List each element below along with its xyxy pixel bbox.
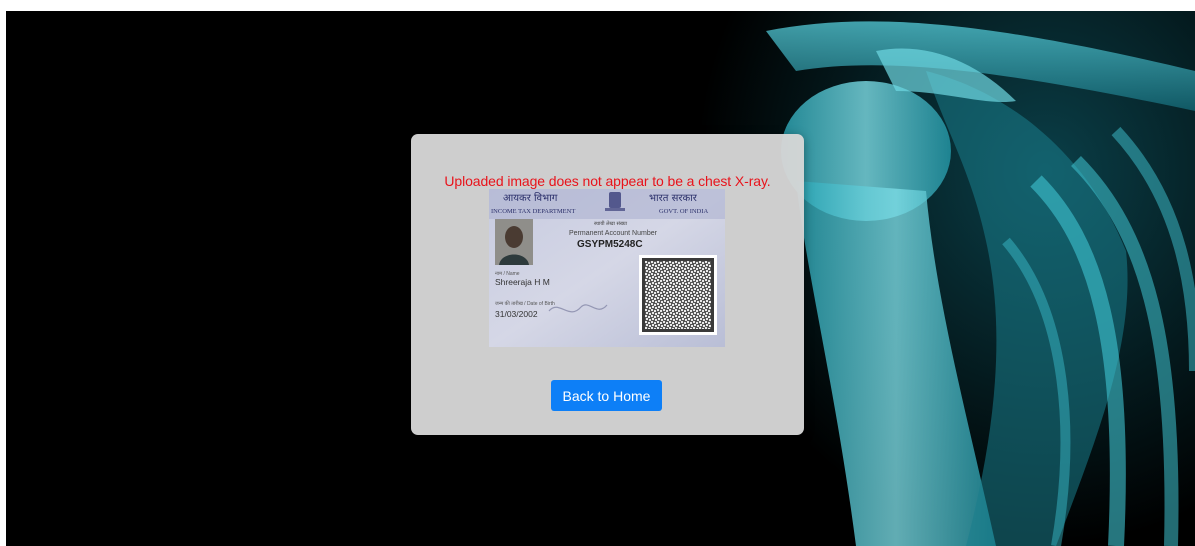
pan-card-image: आयकर विभाग INCOME TAX DEPARTMENT भारत सर… bbox=[489, 189, 725, 347]
uploaded-image-preview: आयकर विभाग INCOME TAX DEPARTMENT भारत सर… bbox=[489, 189, 725, 347]
pan-number-label: Permanent Account Number bbox=[569, 230, 658, 237]
result-card: Uploaded image does not appear to be a c… bbox=[411, 134, 804, 435]
pan-dob-value: 31/03/2002 bbox=[495, 309, 538, 319]
cardholder-photo bbox=[495, 219, 533, 265]
pan-hindi-number-label: स्थायी लेखा संख्या bbox=[594, 220, 628, 227]
qr-code-icon bbox=[639, 255, 717, 335]
pan-dept-left: INCOME TAX DEPARTMENT bbox=[491, 208, 575, 215]
back-to-home-button[interactable]: Back to Home bbox=[551, 380, 662, 411]
pan-dob-label: जन्म की तारीख / Date of Birth bbox=[495, 300, 555, 307]
pan-number: GSYPM5248C bbox=[577, 239, 643, 250]
pan-hindi-right: भारत सरकार bbox=[649, 193, 698, 204]
pan-dept-right: GOVT. OF INDIA bbox=[659, 208, 708, 215]
error-message: Uploaded image does not appear to be a c… bbox=[444, 173, 771, 189]
pan-name-value: Shreeraja H M bbox=[495, 277, 550, 287]
pan-hindi-left: आयकर विभाग bbox=[503, 192, 558, 204]
page: Uploaded image does not appear to be a c… bbox=[0, 0, 1195, 546]
